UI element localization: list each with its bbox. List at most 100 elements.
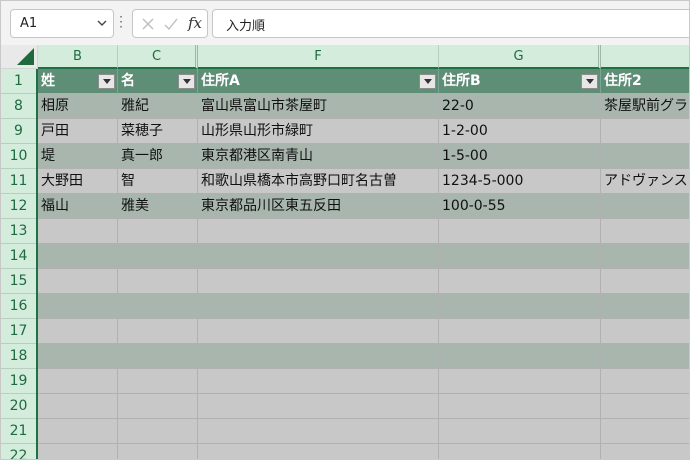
row-header[interactable]: 10 [1,144,36,169]
row-header[interactable]: 19 [1,369,36,394]
table-cell[interactable]: 和歌山県橋本市高野口町名古曽 [198,169,439,194]
table-cell[interactable] [198,419,439,444]
table-cell[interactable] [38,419,118,444]
table-cell[interactable] [601,269,689,294]
row-header[interactable]: 21 [1,419,36,444]
table-cell[interactable] [601,294,689,319]
table-cell[interactable] [38,369,118,394]
table-cell[interactable] [601,419,689,444]
table-header-cell[interactable]: 名 [118,69,198,94]
row-header[interactable]: 22 [1,444,36,459]
table-cell[interactable]: 智 [118,169,198,194]
table-cell[interactable] [601,369,689,394]
table-cell[interactable]: 1-5-00 [439,144,601,169]
table-cell[interactable] [38,344,118,369]
table-cell[interactable] [118,269,198,294]
column-header-b[interactable]: B [38,45,118,69]
table-cell[interactable] [38,269,118,294]
table-cell[interactable]: 東京都品川区東五反田 [198,194,439,219]
column-header-c[interactable]: C [118,45,198,69]
table-cell[interactable] [118,419,198,444]
more-options-icon[interactable]: · · · [118,11,124,33]
table-cell[interactable]: アドヴァンス [601,169,689,194]
table-cell[interactable]: 福山 [38,194,118,219]
table-cell[interactable] [38,294,118,319]
column-header-g[interactable]: G [439,45,601,69]
row-header[interactable]: 11 [1,169,36,194]
row-header[interactable]: 12 [1,194,36,219]
table-cell[interactable] [601,194,689,219]
row-header[interactable]: 17 [1,319,36,344]
table-cell[interactable] [439,394,601,419]
row-header[interactable]: 14 [1,244,36,269]
column-header-next[interactable] [601,45,689,69]
table-cell[interactable] [198,444,439,459]
table-header-cell[interactable]: 住所A [198,69,439,94]
table-cell[interactable] [439,444,601,459]
row-header[interactable]: 8 [1,94,36,119]
row-header[interactable]: 1 [1,69,36,94]
table-header-cell[interactable]: 姓 [38,69,118,94]
table-cell[interactable] [601,319,689,344]
table-cell[interactable]: 菜穂子 [118,119,198,144]
select-all-button[interactable] [1,45,38,69]
table-cell[interactable] [439,294,601,319]
table-cell[interactable] [439,419,601,444]
name-box[interactable]: A1 [10,9,114,38]
table-cell[interactable] [118,344,198,369]
table-header-cell[interactable]: 住所2 [601,69,689,94]
table-cell[interactable] [118,444,198,459]
table-cell[interactable] [601,444,689,459]
filter-dropdown-icon[interactable] [98,74,115,89]
table-cell[interactable]: 相原 [38,94,118,119]
chevron-down-icon[interactable] [97,18,107,28]
table-cell[interactable] [439,219,601,244]
table-cell[interactable] [439,319,601,344]
table-cell[interactable] [118,244,198,269]
table-cell[interactable] [198,319,439,344]
table-cell[interactable]: 東京都港区南青山 [198,144,439,169]
row-header[interactable]: 16 [1,294,36,319]
cancel-icon[interactable] [140,16,156,32]
table-cell[interactable] [38,244,118,269]
table-cell[interactable] [38,219,118,244]
filter-dropdown-icon[interactable] [581,74,598,89]
table-cell[interactable] [118,294,198,319]
table-cell[interactable] [198,344,439,369]
table-cell[interactable]: 戸田 [38,119,118,144]
table-cell[interactable] [38,394,118,419]
table-cell[interactable] [118,219,198,244]
table-cell[interactable] [118,319,198,344]
table-cell[interactable] [198,294,439,319]
table-cell[interactable] [198,369,439,394]
filter-dropdown-icon[interactable] [178,74,195,89]
table-cell[interactable]: 1234-5-000 [439,169,601,194]
row-header[interactable]: 15 [1,269,36,294]
formula-input[interactable]: 入力順 [212,9,689,38]
table-cell[interactable]: 100-0-55 [439,194,601,219]
table-cell[interactable] [601,144,689,169]
enter-check-icon[interactable] [163,16,179,32]
filter-dropdown-icon[interactable] [419,74,436,89]
table-cell[interactable] [439,269,601,294]
table-cell[interactable] [198,394,439,419]
table-cell[interactable] [601,219,689,244]
table-cell[interactable] [118,369,198,394]
row-header[interactable]: 13 [1,219,36,244]
insert-function-icon[interactable]: fx [188,14,202,32]
table-cell[interactable]: 22-0 [439,94,601,119]
table-cell[interactable]: 堤 [38,144,118,169]
table-cell[interactable]: 真一郎 [118,144,198,169]
row-header[interactable]: 9 [1,119,36,144]
table-cell[interactable]: 山形県山形市緑町 [198,119,439,144]
table-cell[interactable]: 茶屋駅前グラ [601,94,689,119]
table-cell[interactable] [601,119,689,144]
table-cell[interactable] [198,244,439,269]
table-cell[interactable] [439,344,601,369]
table-cell[interactable] [439,244,601,269]
table-cell[interactable]: 雅美 [118,194,198,219]
table-cell[interactable]: 雅紀 [118,94,198,119]
table-cell[interactable] [38,444,118,459]
table-cell[interactable] [439,369,601,394]
table-cell[interactable] [601,244,689,269]
